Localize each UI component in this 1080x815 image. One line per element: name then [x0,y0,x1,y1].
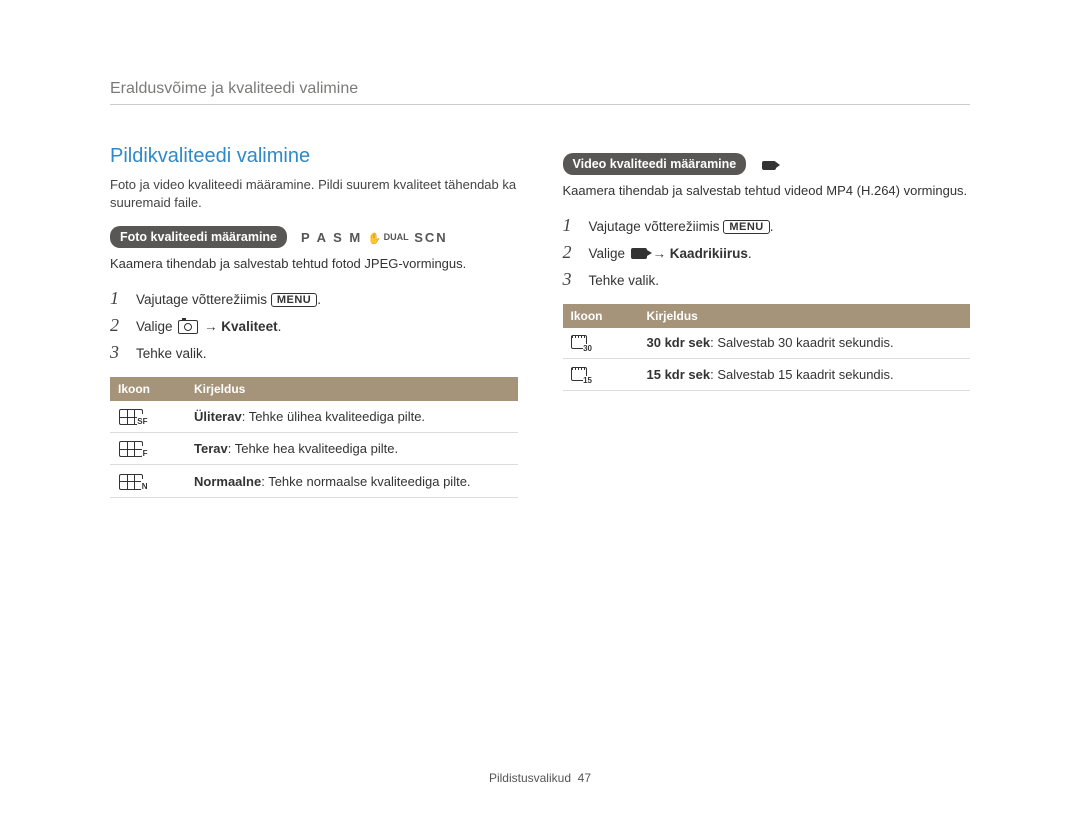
th-desc: Kirjeldus [186,377,518,401]
mode-p: P [301,230,311,245]
step-text-post: . [770,219,774,234]
table-row: 15 15 kdr sek: Salvestab 15 kaadrit seku… [563,359,971,391]
table-header-row: Ikoon Kirjeldus [110,377,518,401]
row-bold: 30 kdr sek [647,335,711,350]
content-columns: Pildikvaliteedi valimine Foto ja video k… [110,145,970,498]
step-number: 3 [110,342,126,363]
footer-page: 47 [578,771,591,785]
step-number: 3 [563,269,579,290]
row-rest: : Tehke hea kvaliteediga pilte. [228,441,398,456]
mode-m: M [349,230,362,245]
page-header: Eraldusvõime ja kvaliteedi valimine [110,80,970,105]
step-text: Valige [136,319,176,334]
mode-a: A [317,230,328,245]
step-number: 2 [110,315,126,336]
th-icon: Ikoon [563,304,639,328]
row-bold: Terav [194,441,228,456]
camera-icon [178,320,198,334]
mode-dual: DUAL [384,232,409,242]
menu-box: MENU [271,293,317,307]
photo-quality-table: Ikoon Kirjeldus SF Üliterav: Tehke ülihe… [110,377,518,498]
page: Eraldusvõime ja kvaliteedi valimine Pild… [0,0,1080,498]
mode-scn: SCN [414,230,447,245]
mode-s: S [333,230,344,245]
section-title: Pildikvaliteedi valimine [110,145,518,168]
step-text: Tehke valik. [136,346,207,361]
step-text-post: . [317,292,321,307]
step-text: Tehke valik. [589,273,660,288]
row-rest: : Tehke ülihea kvaliteediga pilte. [242,409,425,424]
step-number: 1 [110,288,126,309]
video-framerate-table: Ikoon Kirjeldus 30 30 kdr sek: Salvestab… [563,304,971,391]
step-post: . [278,319,282,334]
intro-text: Foto ja video kvaliteedi määramine. Pild… [110,176,518,212]
step-bold: → Kaadrikiirus [653,246,748,261]
step-text: Vajutage võtterežiimis [136,292,271,307]
photo-subhead-row: Foto kvaliteedi määramine P A S M ✋DUAL … [110,226,518,248]
step-text: Valige [589,246,629,261]
row-rest: : Tehke normaalse kvaliteediga pilte. [261,474,470,489]
row-bold: 15 kdr sek [647,367,711,382]
fine-icon: F [118,440,144,457]
row-bold: Normaalne [194,474,261,489]
video-quality-pill: Video kvaliteedi määramine [563,153,747,175]
fps-15-icon: 15 [571,367,591,383]
table-row: 30 30 kdr sek: Salvestab 30 kaadrit seku… [563,328,971,359]
video-step-3: 3 Tehke valik. [563,269,971,290]
row-rest: : Salvestab 15 kaadrit sekundis. [710,367,894,382]
step-post: . [748,246,752,261]
page-footer: Pildistusvalikud 47 [0,771,1080,785]
footer-section: Pildistusvalikud [489,771,571,785]
table-header-row: Ikoon Kirjeldus [563,304,971,328]
photo-body: Kaamera tihendab ja salvestab tehtud fot… [110,254,518,274]
row-bold: Üliterav [194,409,242,424]
table-row: N Normaalne: Tehke normaalse kvaliteedig… [110,465,518,497]
photo-step-3: 3 Tehke valik. [110,342,518,363]
th-icon: Ikoon [110,377,186,401]
photo-step-2: 2 Valige → Kvaliteet. [110,315,518,336]
step-bold: → Kvaliteet [204,319,278,334]
menu-box: MENU [723,220,769,234]
superfine-icon: SF [118,408,144,425]
right-column: Video kvaliteedi määramine Kaamera tihen… [563,145,971,498]
table-row: F Terav: Tehke hea kvaliteediga pilte. [110,433,518,465]
left-column: Pildikvaliteedi valimine Foto ja video k… [110,145,518,498]
video-step-2: 2 Valige → Kaadrikiirus. [563,242,971,263]
video-subhead-row: Video kvaliteedi määramine [563,153,971,175]
row-rest: : Salvestab 30 kaadrit sekundis. [710,335,894,350]
video-step-1: 1 Vajutage võtterežiimis MENU. [563,215,971,236]
normal-icon: N [118,472,144,489]
video-camera-icon [631,248,647,259]
video-body: Kaamera tihendab ja salvestab tehtud vid… [563,181,971,201]
step-number: 2 [563,242,579,263]
mode-dual-icon: ✋ [368,233,384,245]
step-text: Vajutage võtterežiimis [589,219,724,234]
mode-indicators: P A S M ✋DUAL SCN [301,230,448,245]
photo-steps: 1 Vajutage võtterežiimis MENU. 2 Valige … [110,288,518,363]
photo-step-1: 1 Vajutage võtterežiimis MENU. [110,288,518,309]
video-mode-icon [760,157,778,172]
fps-30-icon: 30 [571,335,591,351]
table-row: SF Üliterav: Tehke ülihea kvaliteediga p… [110,401,518,433]
video-steps: 1 Vajutage võtterežiimis MENU. 2 Valige … [563,215,971,290]
step-number: 1 [563,215,579,236]
video-camera-icon [762,161,776,170]
th-desc: Kirjeldus [639,304,971,328]
photo-quality-pill: Foto kvaliteedi määramine [110,226,287,248]
